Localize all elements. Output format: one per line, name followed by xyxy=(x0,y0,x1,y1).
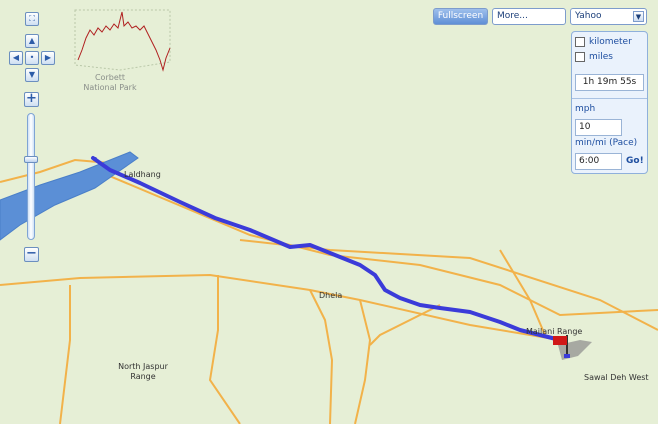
start-marker[interactable] xyxy=(93,157,97,161)
duration-field: 1h 19m 55s xyxy=(575,74,644,91)
pace-label: min/mi (Pace) xyxy=(575,138,638,148)
map-canvas[interactable] xyxy=(0,0,658,424)
north-jaspur-label-line2: Range xyxy=(130,372,156,381)
speed-input[interactable]: 10 xyxy=(575,119,622,136)
pan-left-button[interactable]: ◀ xyxy=(9,51,23,65)
kilometer-label: kilometer xyxy=(589,37,632,47)
mailani-label: Mailani Range xyxy=(526,327,583,336)
fullscreen-button[interactable]: Fullscreen xyxy=(433,8,488,25)
map-background xyxy=(0,0,658,424)
zoom-in-button[interactable]: + xyxy=(24,92,39,107)
zoom-slider-thumb[interactable] xyxy=(24,156,38,164)
miles-checkbox[interactable] xyxy=(575,52,585,62)
pan-up-button[interactable]: ▲ xyxy=(25,34,39,48)
go-button[interactable]: Go! xyxy=(626,156,644,166)
corbett-label: Corbett National Park xyxy=(80,73,140,93)
dhela-label: Dhela xyxy=(319,291,343,300)
zoom-out-button[interactable]: − xyxy=(24,247,39,262)
miles-label: miles xyxy=(589,52,613,62)
pace-panel: kilometer miles 1h 19m 55s mph 10 min/mi… xyxy=(571,31,648,174)
kilometer-checkbox[interactable] xyxy=(575,37,585,47)
chevron-down-icon[interactable]: ▼ xyxy=(633,11,644,22)
zoom-slider-track[interactable] xyxy=(27,113,35,240)
more-button[interactable]: More... xyxy=(492,8,566,25)
map-provider-value: Yahoo xyxy=(575,11,602,21)
map-provider-select[interactable]: Yahoo ▼ xyxy=(570,8,647,25)
pace-input[interactable]: 6:00 xyxy=(575,153,622,170)
laldhang-label: Laldhang xyxy=(124,170,161,179)
corbett-label-line2: National Park xyxy=(83,83,137,92)
overview-toggle-icon[interactable]: ⛶ xyxy=(25,12,39,26)
north-jaspur-label-line1: North Jaspur xyxy=(118,362,168,371)
corbett-label-line1: Corbett xyxy=(94,73,126,82)
panel-divider xyxy=(572,98,647,99)
speed-label: mph xyxy=(575,104,596,114)
pan-center-button[interactable]: • xyxy=(25,51,39,65)
pan-down-button[interactable]: ▼ xyxy=(25,68,39,82)
sawal-label: Sawal Deh West xyxy=(584,373,649,382)
pan-right-button[interactable]: ▶ xyxy=(41,51,55,65)
north-jaspur-label: North Jaspur Range xyxy=(118,362,168,382)
